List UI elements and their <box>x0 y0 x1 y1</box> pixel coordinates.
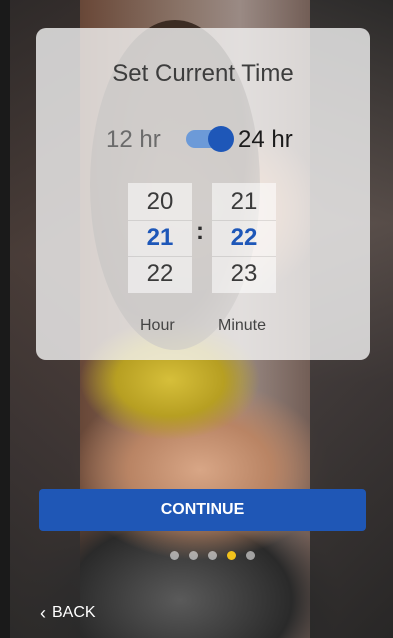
hour-prev-value[interactable]: 20 <box>128 188 192 216</box>
format-12hr-label[interactable]: 12 hr <box>106 126 161 154</box>
chevron-left-icon: ‹ <box>40 603 46 623</box>
hour-next-value[interactable]: 22 <box>128 260 192 288</box>
minute-picker[interactable]: 21 22 23 <box>212 183 276 293</box>
pagination-dots <box>170 551 280 561</box>
continue-button[interactable]: CONTINUE <box>39 489 366 531</box>
switch-knob <box>208 126 234 152</box>
pagination-dot <box>246 551 255 560</box>
picker-divider <box>128 256 192 257</box>
pagination-dot <box>189 551 198 560</box>
picker-divider <box>212 220 276 221</box>
time-setting-card: Set Current Time 12 hr 24 hr 20 21 22 : … <box>36 28 370 360</box>
picker-divider <box>212 256 276 257</box>
back-button-label: BACK <box>52 604 96 621</box>
hour-selected-value[interactable]: 21 <box>128 224 192 252</box>
format-24hr-label[interactable]: 24 hr <box>238 126 293 154</box>
pagination-dot <box>170 551 179 560</box>
picker-divider <box>128 220 192 221</box>
pagination-dot-active <box>227 551 236 560</box>
continue-button-label: CONTINUE <box>160 501 245 518</box>
minute-prev-value[interactable]: 21 <box>212 188 276 216</box>
hour-picker[interactable]: 20 21 22 <box>128 183 192 293</box>
minute-label: Minute <box>218 317 267 334</box>
time-format-switch[interactable] <box>186 126 234 152</box>
time-format-toggle-row: 12 hr 24 hr <box>36 121 370 157</box>
hour-label: Hour <box>140 317 175 334</box>
minute-next-value[interactable]: 23 <box>212 260 276 288</box>
time-separator: : <box>196 218 204 245</box>
minute-selected-value[interactable]: 22 <box>212 224 276 252</box>
pagination-dot <box>208 551 217 560</box>
card-title: Set Current Time <box>112 60 294 87</box>
back-button[interactable]: ‹ BACK <box>40 602 96 624</box>
